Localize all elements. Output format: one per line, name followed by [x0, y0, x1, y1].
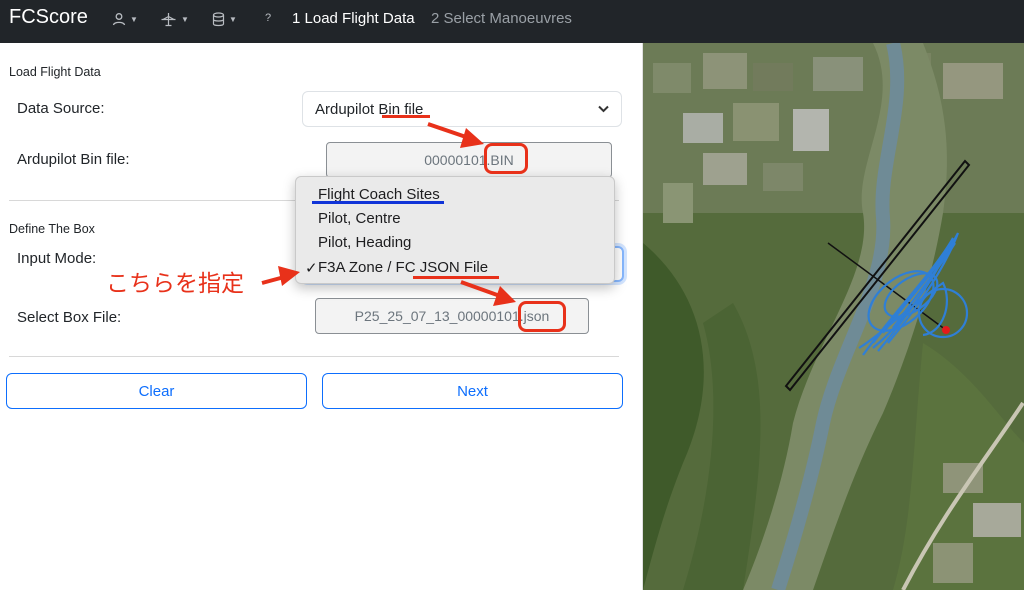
map-view[interactable] [643, 43, 1024, 590]
arrow-to-json [460, 280, 501, 298]
arrow-head [278, 266, 300, 286]
satellite-map [643, 43, 1024, 590]
arrow-to-bin [427, 122, 467, 139]
arrow-head [460, 128, 484, 148]
